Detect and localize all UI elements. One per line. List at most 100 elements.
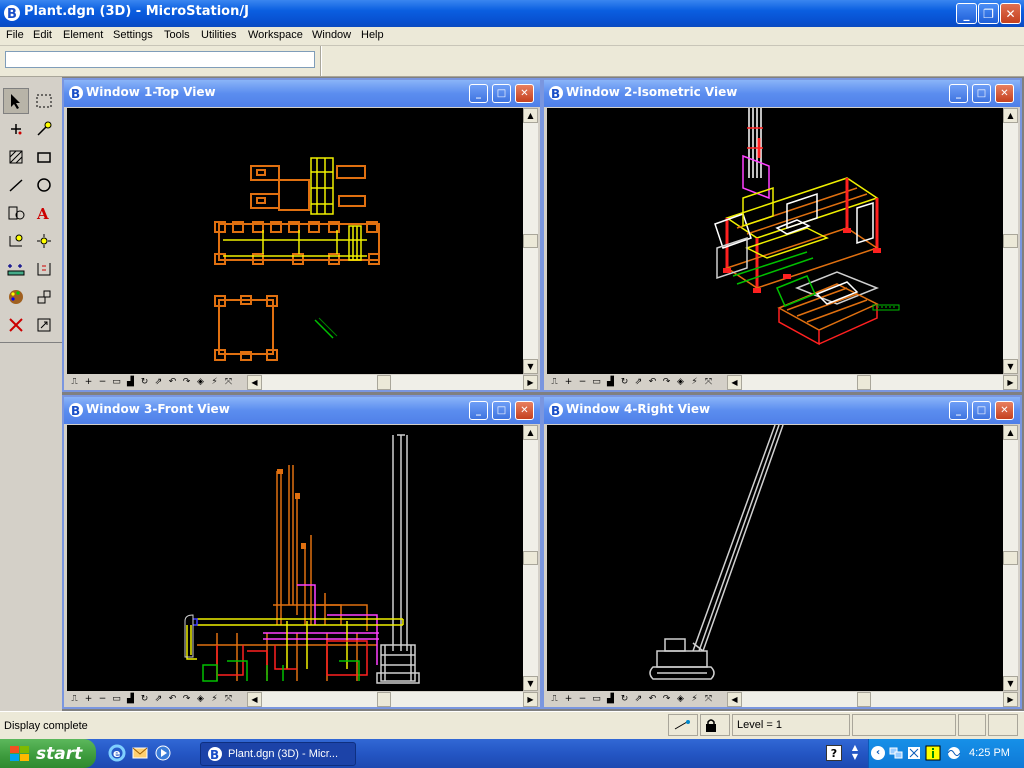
window-area-icon[interactable]: ▭ (111, 694, 122, 705)
menu-edit[interactable]: Edit (33, 29, 52, 41)
window-area-icon[interactable]: ▭ (591, 694, 602, 705)
pan-view-icon[interactable]: ⇗ (153, 377, 164, 388)
scroll-left-button[interactable]: ◀ (247, 692, 262, 707)
taskbar-button-microstation[interactable]: B Plant.dgn (3D) - Micr... (200, 742, 356, 766)
change-view-icon[interactable]: ⚡ (689, 694, 700, 705)
rotate-view-icon[interactable]: ↻ (619, 377, 630, 388)
menu-window[interactable]: Window (312, 29, 351, 41)
change-attributes-icon[interactable] (31, 284, 57, 310)
copy-view-icon[interactable]: ⤧ (703, 377, 714, 388)
zoom-in-icon[interactable]: + (563, 694, 574, 705)
render-icon[interactable]: ◈ (195, 694, 206, 705)
measure-icon[interactable] (31, 116, 57, 142)
zoom-out-icon[interactable]: − (97, 377, 108, 388)
fit-view-icon[interactable]: ▟ (125, 694, 136, 705)
scroll-up-button[interactable]: ▲ (1003, 108, 1018, 123)
view-title-bar[interactable]: B Window 3-Front View _ □ ✕ (64, 397, 540, 424)
front-view-canvas[interactable] (67, 425, 523, 691)
window-area-icon[interactable]: ▭ (111, 377, 122, 388)
dimension-icon[interactable] (3, 228, 29, 254)
view-minimize-button[interactable]: _ (469, 84, 488, 103)
zoom-out-icon[interactable]: − (577, 694, 588, 705)
scroll-up-button[interactable]: ▲ (1003, 425, 1018, 440)
scroll-thumb[interactable] (857, 375, 871, 390)
update-view-icon[interactable]: ⎍ (549, 694, 560, 705)
view-maximize-button[interactable]: □ (972, 401, 991, 420)
fence-icon[interactable] (31, 88, 57, 114)
view-minimize-button[interactable]: _ (949, 84, 968, 103)
menu-help[interactable]: Help (361, 29, 384, 41)
scroll-thumb[interactable] (1003, 234, 1018, 248)
rotate-view-icon[interactable]: ↻ (619, 694, 630, 705)
view-previous-icon[interactable]: ↶ (647, 694, 658, 705)
zoom-out-icon[interactable]: − (577, 377, 588, 388)
right-view-canvas[interactable] (547, 425, 1003, 691)
view-previous-icon[interactable]: ↶ (647, 377, 658, 388)
scroll-thumb[interactable] (1003, 551, 1018, 565)
minimize-button[interactable]: _ (956, 3, 977, 24)
polygon-icon[interactable] (31, 144, 57, 170)
circle-icon[interactable] (31, 172, 57, 198)
horizontal-scrollbar[interactable]: ◀ ▶ (727, 375, 1018, 390)
scroll-down-button[interactable]: ▼ (523, 676, 538, 691)
copy-icon[interactable] (3, 256, 29, 282)
pan-view-icon[interactable]: ⇗ (153, 694, 164, 705)
pan-view-icon[interactable]: ⇗ (633, 694, 644, 705)
view-next-icon[interactable]: ↷ (181, 377, 192, 388)
view-window-2[interactable]: B Window 2-Isometric View _ □ ✕ ▲ ▼ ⎍ + … (542, 78, 1022, 392)
view-window-1[interactable]: B Window 1-Top View _ □ ✕ ▲ ▼ ⎍ + − ▭ ▟ … (62, 78, 542, 392)
zoom-in-icon[interactable]: + (83, 694, 94, 705)
menu-workspace[interactable]: Workspace (248, 29, 303, 41)
keyin-field[interactable] (5, 51, 315, 68)
outlook-express-icon[interactable] (131, 744, 149, 762)
drop-icon[interactable] (31, 256, 57, 282)
menu-settings[interactable]: Settings (113, 29, 153, 41)
render-icon[interactable]: ◈ (675, 694, 686, 705)
view-maximize-button[interactable]: □ (492, 401, 511, 420)
view-minimize-button[interactable]: _ (949, 401, 968, 420)
change-view-icon[interactable]: ⚡ (209, 694, 220, 705)
scroll-down-button[interactable]: ▼ (1003, 676, 1018, 691)
isometric-view-canvas[interactable] (547, 108, 1003, 374)
view-next-icon[interactable]: ↷ (661, 694, 672, 705)
change-view-icon[interactable]: ⚡ (689, 377, 700, 388)
render-icon[interactable]: ◈ (675, 377, 686, 388)
view-maximize-button[interactable]: □ (972, 84, 991, 103)
zoom-in-icon[interactable]: + (83, 377, 94, 388)
horizontal-scrollbar[interactable]: ◀ ▶ (727, 692, 1018, 707)
scroll-right-button[interactable]: ▶ (523, 375, 538, 390)
scroll-down-button[interactable]: ▼ (1003, 359, 1018, 374)
scroll-thumb[interactable] (377, 692, 391, 707)
view-close-button[interactable]: ✕ (515, 84, 534, 103)
media-player-icon[interactable] (154, 744, 172, 762)
display-settings-icon[interactable] (907, 746, 921, 760)
render-icon[interactable]: ◈ (195, 377, 206, 388)
scroll-right-button[interactable]: ▶ (523, 692, 538, 707)
update-view-icon[interactable]: ⎍ (549, 377, 560, 388)
menu-tools[interactable]: Tools (164, 29, 190, 41)
fit-view-icon[interactable]: ▟ (605, 377, 616, 388)
zoom-in-icon[interactable]: + (563, 377, 574, 388)
scroll-left-button[interactable]: ◀ (727, 692, 742, 707)
rotate-view-icon[interactable]: ↻ (139, 694, 150, 705)
copy-view-icon[interactable]: ⤧ (223, 694, 234, 705)
zoom-out-icon[interactable]: − (97, 694, 108, 705)
text-icon[interactable]: A (31, 200, 57, 226)
copy-view-icon[interactable]: ⤧ (703, 694, 714, 705)
vertical-scrollbar[interactable]: ▲ ▼ (1003, 425, 1018, 691)
menu-element[interactable]: Element (63, 29, 103, 41)
delete-icon[interactable] (3, 312, 29, 338)
view-window-4[interactable]: B Window 4-Right View _ □ ✕ ▲ ▼ ⎍ + − ▭ … (542, 395, 1022, 709)
change-view-icon[interactable]: ⚡ (209, 377, 220, 388)
scroll-right-button[interactable]: ▶ (1003, 375, 1018, 390)
copy-view-icon[interactable]: ⤧ (223, 377, 234, 388)
menu-utilities[interactable]: Utilities (201, 29, 236, 41)
start-button[interactable]: start (0, 739, 96, 768)
vertical-scrollbar[interactable]: ▲ ▼ (1003, 108, 1018, 374)
restore-button[interactable]: ❐ (978, 3, 999, 24)
scroll-down-button[interactable]: ▼ (523, 359, 538, 374)
menu-file[interactable]: File (6, 29, 24, 41)
scroll-right-button[interactable]: ▶ (1003, 692, 1018, 707)
line-icon[interactable] (3, 172, 29, 198)
update-view-icon[interactable]: ⎍ (69, 377, 80, 388)
